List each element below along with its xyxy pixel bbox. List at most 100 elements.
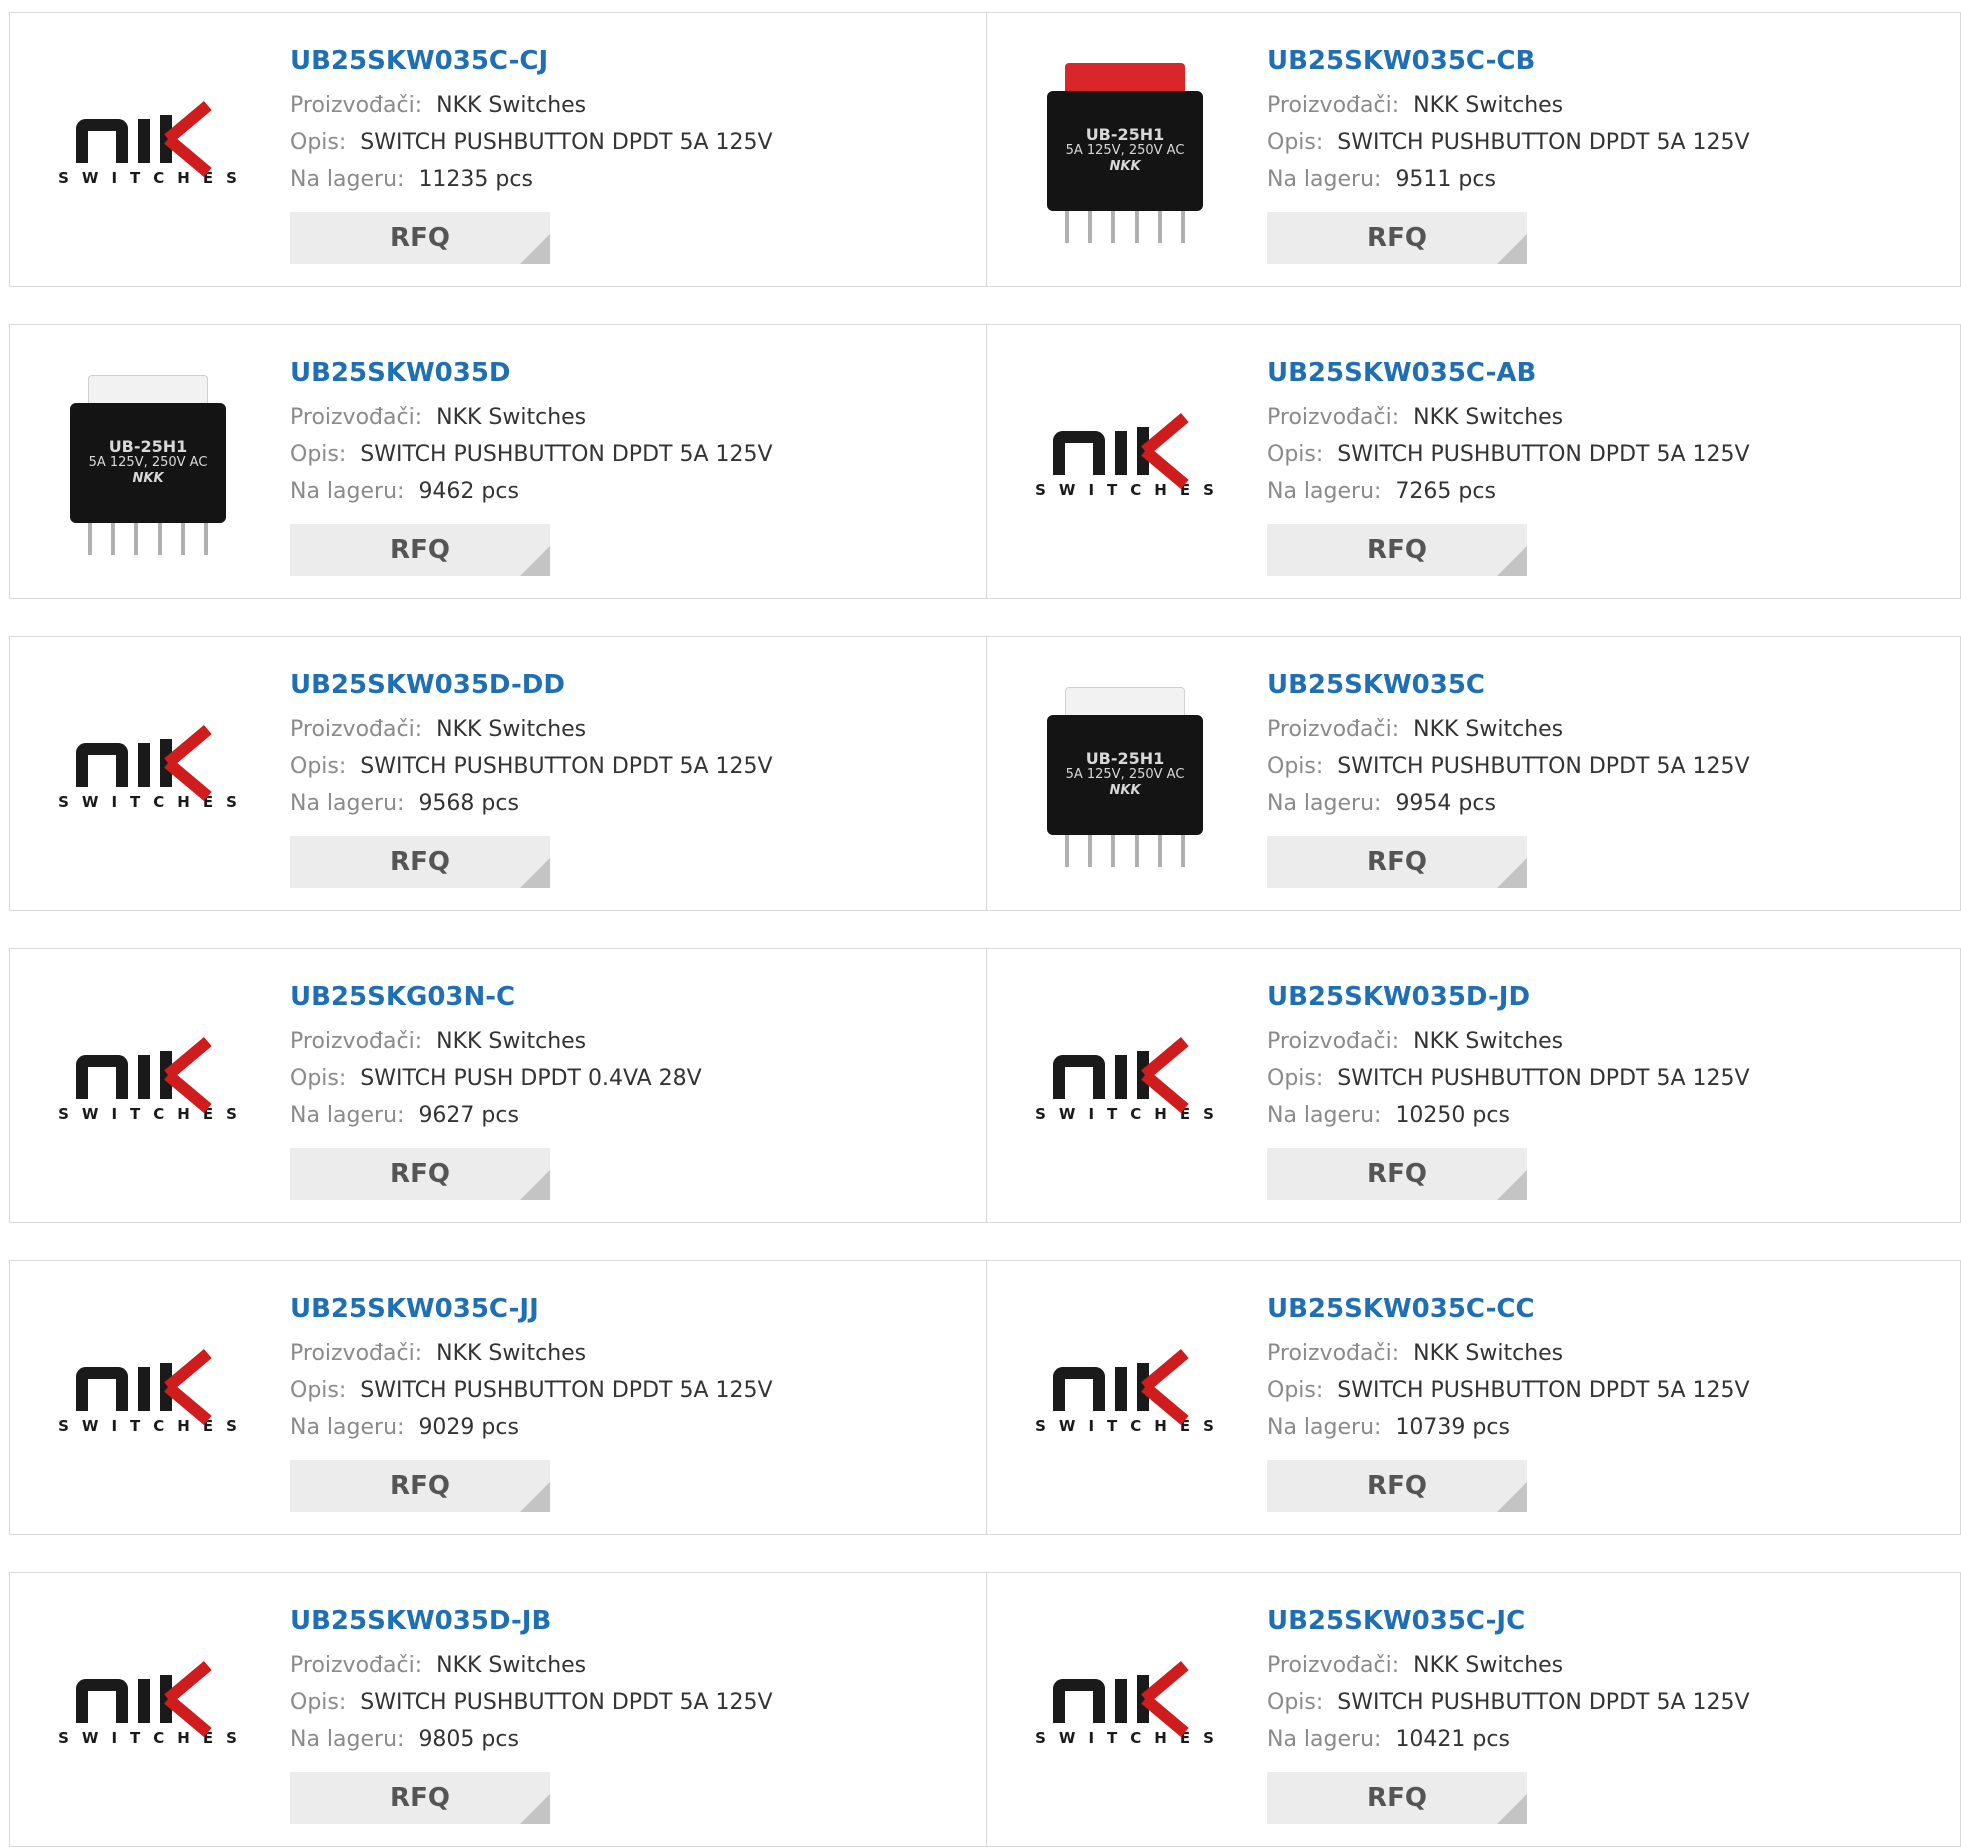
manufacturer-value: NKK Switches [1413, 1029, 1564, 1054]
product-title-link[interactable]: UB25SKW035C-CC [1267, 1291, 1950, 1327]
rfq-button[interactable]: RFQ [1267, 1148, 1527, 1200]
manufacturer-value: NKK Switches [1413, 1653, 1564, 1678]
rfq-button[interactable]: RFQ [290, 212, 550, 264]
switch-body: UB-25H1 5A 125V, 250V AC NKK [70, 403, 226, 523]
product-title-link[interactable]: UB25SKW035C-AB [1267, 355, 1950, 391]
rfq-button[interactable]: RFQ [1267, 836, 1527, 888]
manufacturer-label: Proizvođači: [1267, 93, 1400, 118]
product-title-link[interactable]: UB25SKW035D [290, 355, 976, 391]
stock-label: Na lageru: [1267, 1727, 1382, 1752]
stock-label: Na lageru: [290, 1727, 405, 1752]
manufacturer-value: NKK Switches [436, 1029, 587, 1054]
product-photo: UB-25H1 5A 125V, 250V AC NKK [58, 363, 238, 563]
stock-line: Na lageru: 9462 pcs [290, 473, 976, 510]
stock-line: Na lageru: 7265 pcs [1267, 473, 1950, 510]
product-thumbnail[interactable]: SWITCHES [48, 51, 248, 251]
rfq-button[interactable]: RFQ [1267, 524, 1527, 576]
product-title-link[interactable]: UB25SKW035D-JD [1267, 979, 1950, 1015]
product-thumbnail[interactable]: UB-25H1 5A 125V, 250V AC NKK [48, 363, 248, 563]
product-title-link[interactable]: UB25SKW035D-DD [290, 667, 976, 703]
stock-value: 10421 pcs [1395, 1727, 1510, 1752]
product-thumbnail[interactable]: UB-25H1 5A 125V, 250V AC NKK [1025, 675, 1225, 875]
rfq-button[interactable]: RFQ [1267, 212, 1527, 264]
logo-wordmark: SWITCHES [58, 1417, 250, 1435]
rfq-label: RFQ [390, 535, 450, 565]
switch-body: UB-25H1 5A 125V, 250V AC NKK [1047, 715, 1203, 835]
description-label: Opis: [1267, 130, 1324, 155]
product-thumbnail[interactable]: SWITCHES [1025, 1611, 1225, 1811]
nkk-switches-logo: SWITCHES [48, 1036, 248, 1123]
manufacturer-value: NKK Switches [436, 1341, 587, 1366]
description-line: Opis: SWITCH PUSHBUTTON DPDT 5A 125V [290, 748, 976, 785]
rfq-button[interactable]: RFQ [290, 1460, 550, 1512]
corner-triangle-icon [520, 1794, 550, 1824]
product-info: UB25SKW035C-CB Proizvođači: NKK Switches … [1267, 43, 1950, 264]
product-title-link[interactable]: UB25SKW035C-JC [1267, 1603, 1950, 1639]
product-thumbnail[interactable]: SWITCHES [1025, 987, 1225, 1187]
rfq-button[interactable]: RFQ [290, 524, 550, 576]
description-value: SWITCH PUSHBUTTON DPDT 5A 125V [1337, 130, 1750, 155]
product-thumbnail[interactable]: UB-25H1 5A 125V, 250V AC NKK [1025, 51, 1225, 251]
stock-label: Na lageru: [1267, 791, 1382, 816]
product-title-link[interactable]: UB25SKG03N-C [290, 979, 976, 1015]
description-value: SWITCH PUSHBUTTON DPDT 5A 125V [1337, 754, 1750, 779]
product-thumbnail[interactable]: SWITCHES [48, 987, 248, 1187]
product-thumbnail[interactable]: SWITCHES [48, 1611, 248, 1811]
stock-value: 9805 pcs [418, 1727, 519, 1752]
product-info: UB25SKW035C Proizvođači: NKK Switches Opi… [1267, 667, 1950, 888]
product-title-link[interactable]: UB25SKW035D-JB [290, 1603, 976, 1639]
description-label: Opis: [290, 130, 347, 155]
description-label: Opis: [290, 1066, 347, 1091]
manufacturer-value: NKK Switches [436, 717, 587, 742]
manufacturer-label: Proizvođači: [1267, 717, 1400, 742]
product-info: UB25SKW035D-JB Proizvođači: NKK Switches … [290, 1603, 976, 1824]
product-card: SWITCHES UB25SKW035D-JD Proizvođači: NKK … [987, 948, 1961, 1223]
rfq-button[interactable]: RFQ [290, 1148, 550, 1200]
product-thumbnail[interactable]: SWITCHES [1025, 363, 1225, 563]
stock-line: Na lageru: 10250 pcs [1267, 1097, 1950, 1134]
product-thumbnail[interactable]: SWITCHES [48, 675, 248, 875]
product-title-link[interactable]: UB25SKW035C-JJ [290, 1291, 976, 1327]
product-title-link[interactable]: UB25SKW035C-CB [1267, 43, 1950, 79]
stock-value: 9511 pcs [1395, 167, 1496, 192]
nkk-switches-logo: SWITCHES [48, 1348, 250, 1435]
manufacturer-value: NKK Switches [436, 405, 587, 430]
manufacturer-line: Proizvođači: NKK Switches [1267, 399, 1950, 436]
rfq-label: RFQ [1367, 1471, 1427, 1501]
product-info: UB25SKW035C-AB Proizvođači: NKK Switches … [1267, 355, 1950, 576]
rfq-button[interactable]: RFQ [1267, 1460, 1527, 1512]
description-value: SWITCH PUSHBUTTON DPDT 5A 125V [1337, 1690, 1750, 1715]
corner-triangle-icon [520, 234, 550, 264]
corner-triangle-icon [520, 546, 550, 576]
stock-label: Na lageru: [290, 479, 405, 504]
product-thumbnail[interactable]: SWITCHES [48, 1299, 248, 1499]
rfq-button[interactable]: RFQ [1267, 1772, 1527, 1824]
product-grid: SWITCHES UB25SKW035C-CJ Proizvođači: NKK … [0, 0, 1961, 1847]
manufacturer-value: NKK Switches [1413, 405, 1564, 430]
stock-value: 9954 pcs [1395, 791, 1496, 816]
description-value: SWITCH PUSHBUTTON DPDT 5A 125V [360, 1690, 773, 1715]
rfq-button[interactable]: RFQ [290, 1772, 550, 1824]
product-card: SWITCHES UB25SKW035C-CC Proizvođači: NKK … [987, 1260, 1961, 1535]
nkk-switches-logo: SWITCHES [48, 724, 248, 811]
description-line: Opis: SWITCH PUSHBUTTON DPDT 5A 125V [1267, 436, 1950, 473]
product-thumbnail[interactable]: SWITCHES [1025, 1299, 1225, 1499]
product-card: UB-25H1 5A 125V, 250V AC NKK UB25SKW035D… [9, 324, 987, 599]
product-card: SWITCHES UB25SKW035D-DD Proizvođači: NKK … [9, 636, 987, 911]
description-label: Opis: [1267, 1066, 1324, 1091]
product-card: SWITCHES UB25SKW035C-JC Proizvođači: NKK … [987, 1572, 1961, 1847]
rfq-button[interactable]: RFQ [290, 836, 550, 888]
manufacturer-line: Proizvođači: NKK Switches [290, 711, 976, 748]
product-title-link[interactable]: UB25SKW035C-CJ [290, 43, 976, 79]
rfq-label: RFQ [390, 1783, 450, 1813]
stock-value: 9029 pcs [418, 1415, 519, 1440]
stock-label: Na lageru: [290, 167, 405, 192]
logo-wordmark: SWITCHES [1035, 1729, 1227, 1747]
product-title-link[interactable]: UB25SKW035C [1267, 667, 1950, 703]
product-card: SWITCHES UB25SKG03N-C Proizvođači: NKK Sw… [9, 948, 987, 1223]
manufacturer-label: Proizvođači: [1267, 405, 1400, 430]
description-value: SWITCH PUSHBUTTON DPDT 5A 125V [1337, 442, 1750, 467]
stock-label: Na lageru: [290, 1415, 405, 1440]
corner-triangle-icon [520, 1170, 550, 1200]
rfq-label: RFQ [1367, 847, 1427, 877]
